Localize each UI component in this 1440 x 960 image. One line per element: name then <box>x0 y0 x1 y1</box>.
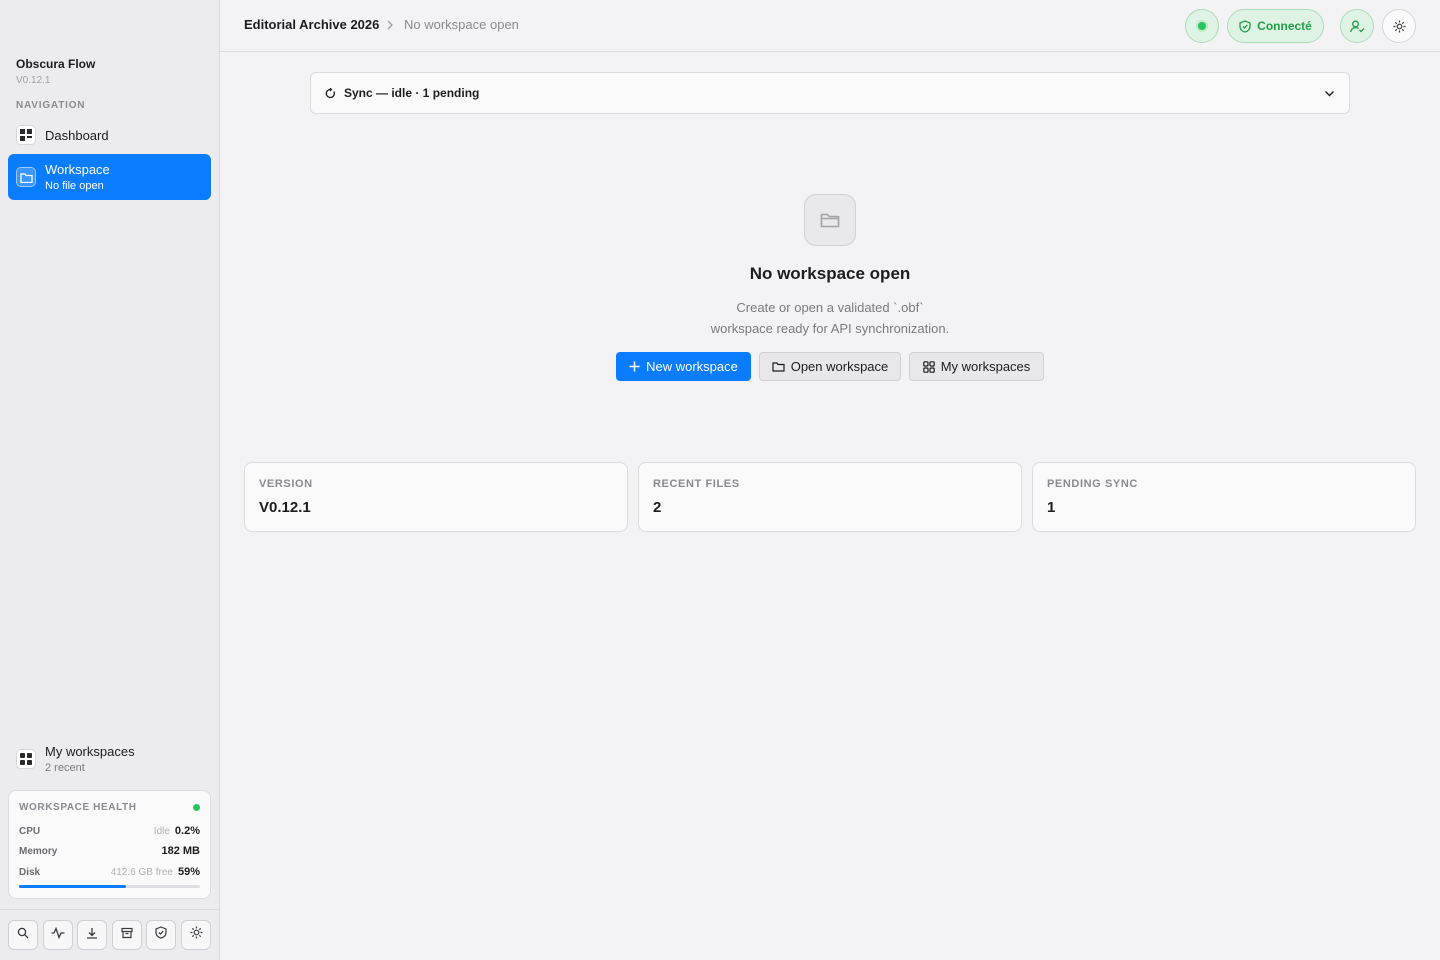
theme-toggle-button[interactable] <box>1382 9 1416 43</box>
archive-button[interactable] <box>112 920 142 950</box>
stat-label: RECENT FILES <box>653 478 740 490</box>
open-workspace-label: Open workspace <box>790 359 889 374</box>
app-version: V0.12.1 <box>16 75 51 86</box>
sidebar: Obscura Flow V0.12.1 NAVIGATION Dashboar… <box>0 0 220 960</box>
nav-heading: NAVIGATION <box>16 100 86 111</box>
activity-icon <box>51 926 65 944</box>
stat-card-version: VERSION V0.12.1 <box>244 462 628 532</box>
new-workspace-label: New workspace <box>646 359 738 374</box>
disk-usage-fill <box>19 885 126 888</box>
memory-value: 182 MB <box>161 845 200 857</box>
shield-check-icon <box>155 926 167 944</box>
empty-folder-icon <box>804 194 856 246</box>
stat-label: VERSION <box>259 478 313 490</box>
download-icon <box>86 926 98 944</box>
health-row-disk: Disk 412.6 GB free 59% <box>19 866 200 878</box>
grid-icon <box>922 360 935 373</box>
sun-icon <box>1393 20 1406 33</box>
download-button[interactable] <box>77 920 107 950</box>
empty-state-desc-line1: Create or open a validated `.obf` <box>736 300 924 315</box>
folder-icon <box>16 167 36 187</box>
memory-label: Memory <box>19 846 58 857</box>
new-workspace-button[interactable]: New workspace <box>616 352 751 381</box>
stat-card-recent-files: RECENT FILES 2 <box>638 462 1022 532</box>
archive-icon <box>121 926 133 944</box>
connection-status-label: Connecté <box>1257 19 1312 33</box>
breadcrumb-root[interactable]: Editorial Archive 2026 <box>244 17 379 32</box>
cpu-value: 0.2% <box>174 825 200 837</box>
folder-icon <box>772 362 785 372</box>
stat-value: 2 <box>653 499 662 516</box>
empty-state-title: No workspace open <box>749 264 911 283</box>
disk-usage-bar <box>19 885 200 888</box>
sidebar-item-my-workspaces[interactable]: My workspaces 2 recent <box>8 737 211 781</box>
stat-value: V0.12.1 <box>259 499 311 516</box>
status-dot-icon <box>1198 22 1206 30</box>
search-icon <box>17 926 29 944</box>
my-workspaces-label: My workspaces <box>940 359 1031 374</box>
sidebar-item-sublabel: No file open <box>45 180 104 192</box>
activity-button[interactable] <box>43 920 73 950</box>
stat-label: PENDING SYNC <box>1047 478 1138 490</box>
health-title: WORKSPACE HEALTH <box>19 802 137 813</box>
top-bar: Editorial Archive 2026 No workspace open… <box>220 0 1440 52</box>
health-row-cpu: CPU Idle 0.2% <box>19 825 200 837</box>
stat-card-pending-sync: PENDING SYNC 1 <box>1032 462 1416 532</box>
refresh-icon <box>325 87 336 99</box>
workspace-health-panel: WORKSPACE HEALTH CPU Idle 0.2% Memory 18… <box>8 790 211 899</box>
health-status-dot <box>193 804 200 811</box>
chevron-down-icon[interactable] <box>1324 90 1335 97</box>
sidebar-item-sublabel: 2 recent <box>45 762 85 774</box>
sidebar-item-label: My workspaces <box>45 744 135 759</box>
sidebar-item-label: Dashboard <box>45 127 109 143</box>
grid-icon <box>16 749 36 769</box>
cpu-note: Idle <box>153 826 170 837</box>
sync-status-label: Sync — idle · 1 pending <box>344 86 480 100</box>
settings-button[interactable] <box>181 920 211 950</box>
sync-status-bar[interactable]: Sync — idle · 1 pending <box>310 72 1350 114</box>
stat-value: 1 <box>1047 499 1056 516</box>
app-name: Obscura Flow <box>16 57 96 71</box>
disk-note: 412.6 GB free <box>110 867 173 878</box>
cpu-label: CPU <box>19 826 41 837</box>
security-button[interactable] <box>146 920 176 950</box>
live-status-button[interactable] <box>1185 9 1219 43</box>
account-button[interactable] <box>1340 9 1374 43</box>
settings-icon <box>190 926 203 944</box>
disk-value: 59% <box>177 866 200 878</box>
sidebar-item-workspace[interactable]: Workspace No file open <box>8 154 211 200</box>
dashboard-icon <box>16 125 36 145</box>
sidebar-item-dashboard[interactable]: Dashboard <box>8 122 211 148</box>
my-workspaces-button[interactable]: My workspaces <box>909 352 1044 381</box>
user-check-icon <box>1349 20 1365 33</box>
open-workspace-button[interactable]: Open workspace <box>759 352 901 381</box>
shield-check-icon <box>1239 19 1251 33</box>
plus-icon <box>629 361 640 372</box>
breadcrumb-current: No workspace open <box>404 17 519 32</box>
connection-status-badge[interactable]: Connecté <box>1227 9 1324 43</box>
disk-label: Disk <box>19 867 41 878</box>
sidebar-item-label: Workspace <box>45 162 110 177</box>
health-row-memory: Memory 182 MB <box>19 845 200 857</box>
toolbar-divider <box>0 909 219 910</box>
chevron-right-icon <box>386 18 394 36</box>
empty-state-desc-line2: workspace ready for API synchronization. <box>710 321 950 336</box>
empty-state-description: Create or open a validated `.obf` worksp… <box>560 297 1100 339</box>
search-button[interactable] <box>8 920 38 950</box>
